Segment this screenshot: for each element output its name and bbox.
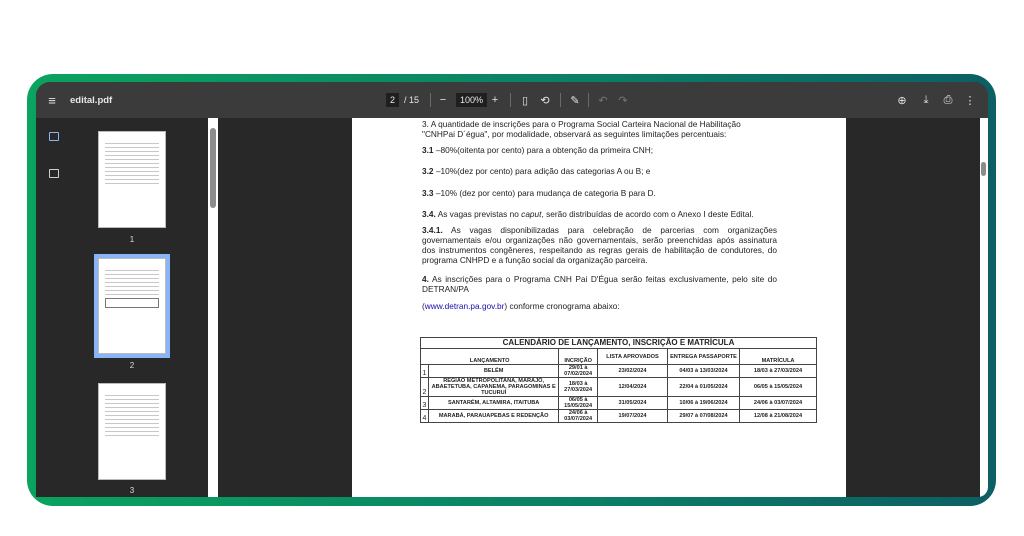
table-row: 4 MARABÁ, PARAUAPEBAS E REDENÇÃO 24/06 à 0… [420,409,817,423]
table-cell: 12/04/2024 [597,377,668,397]
draw-icon[interactable]: ✎ [568,82,582,118]
table-row: 2 REGIÃO METROPOLITANA, MARAJÓ, ABAETETUB… [420,377,817,397]
more-options-icon[interactable]: ⋮ [962,82,978,118]
column-header: INCRIÇÃO [558,348,598,365]
row-number: 1 [420,364,429,378]
paragraph-3: 3. A quantidade de inscrições para o Pro… [422,119,741,139]
hamburger-icon[interactable]: ≡ [44,82,60,118]
table-cell: REGIÃO METROPOLITANA, MARAJÓ, ABAETETUBA… [427,377,560,397]
table-cell: 19/07/2024 [597,409,668,423]
table-cell: 23/02/2024 [597,364,668,378]
page-thumbnail-2[interactable] [94,254,170,358]
table-cell: 18/03 à 27/03/2024 [739,364,817,378]
thumbnail-label: 3 [129,486,135,495]
paragraph-3-4: 3.4. As vagas previstas no caput, serão … [422,209,754,219]
table-cell: 24/06 à 03/07/2024 [739,396,817,410]
main-scrollbar[interactable] [980,118,988,497]
print-icon[interactable]: ⎙ [940,82,956,118]
page-total: / 15 [404,95,420,105]
undo-icon[interactable]: ↶ [596,82,610,118]
pdf-page: 3. A quantidade de inscrições para o Pro… [352,118,846,497]
row-number: 2 [420,377,429,397]
column-header: MATRÍCULA [739,348,817,365]
paragraph-3-3: 3.3 –10% (dez por cento) para mudança de… [422,188,656,198]
zoom-out-button[interactable]: − [436,82,450,118]
thumbnail-sidebar: 1 2 3 [36,118,218,497]
outline-view-icon[interactable] [49,169,59,178]
rotate-icon[interactable]: ⟲ [538,82,552,118]
column-header: ENTREGA PASSAPORTE [667,348,740,365]
table-cell: 04/03 à 13/03/2024 [667,364,740,378]
paragraph-3-2: 3.2 –10%(dez por cento) para adição das … [422,166,651,176]
row-number: 4 [420,409,429,423]
table-cell: MARABÁ, PARAUAPEBAS E REDENÇÃO [427,409,560,423]
table-cell: BELÉM [427,364,560,378]
table-cell: 31/05/2024 [597,396,668,410]
file-name: edital.pdf [70,94,113,106]
thumbnail-label: 2 [129,361,135,370]
thumbnail-label: 1 [129,235,135,244]
pdf-viewer: ≡ edital.pdf 2 / 15 − 100% + ▯ ⟲ ✎ ↶ ↷ ⊕… [36,82,988,497]
toolbar: ≡ edital.pdf 2 / 15 − 100% + ▯ ⟲ ✎ ↶ ↷ ⊕… [36,82,988,118]
table-cell: 29/07 à 07/08/2024 [667,409,740,423]
zoom-in-button[interactable]: + [488,82,502,118]
table-row: 3 SANTARÉM, ALTAMIRA, ITAITUBA 06/05 à 15/… [420,396,817,410]
ai-annotate-icon[interactable]: ⊕ [894,82,910,118]
paragraph-3-1: 3.1 –80%(oitenta por cento) para a obten… [422,145,654,155]
table-cell: 10/06 à 19/06/2024 [667,396,740,410]
table-cell: 24/06 à 03/07/2024 [558,409,598,423]
download-icon[interactable]: ⤓ [918,82,934,118]
paragraph-3-4-1: 3.4.1. As vagas disponibilizadas para ce… [422,225,777,265]
table-title: CALENDÁRIO DE LANÇAMENTO, INSCRIÇÃO E MA… [420,337,817,349]
column-header: LANÇAMENTO [419,348,560,365]
paragraph-4: 4. As inscrições para o Programa CNH Pai… [422,274,777,294]
page-thumbnail-3[interactable] [98,383,166,480]
row-number: 3 [420,396,429,410]
page-thumbnail-1[interactable] [98,131,166,228]
table-row: 1 BELÉM 29/01 à 07/02/2024 23/02/2024 04/03 … [420,364,817,378]
table-cell: 12/08 à 21/08/2024 [739,409,817,423]
redo-icon[interactable]: ↷ [616,82,630,118]
thumbnails-view-icon[interactable] [49,132,59,141]
table-cell: SANTARÉM, ALTAMIRA, ITAITUBA [427,396,560,410]
column-header: LISTA APROVADOS [597,348,668,365]
table-cell: 29/01 à 07/02/2024 [558,364,598,378]
calendar-table: CALENDÁRIO DE LANÇAMENTO, INSCRIÇÃO E MA… [419,337,817,423]
detran-link[interactable]: www.detran.pa.gov.br [425,301,505,311]
zoom-input[interactable]: 100% [456,93,488,107]
fit-page-icon[interactable]: ▯ [518,82,532,118]
paragraph-link: (www.detran.pa.gov.br) conforme cronogra… [422,301,620,311]
table-cell: 18/03 à 27/03/2024 [558,377,598,397]
table-cell: 22/04 à 01/05/2024 [667,377,740,397]
table-cell: 06/05 à 15/05/2024 [739,377,817,397]
sidebar-scrollbar[interactable] [208,118,218,497]
page-number-input[interactable]: 2 [386,93,400,107]
table-cell: 06/05 à 15/05/2024 [558,396,598,410]
